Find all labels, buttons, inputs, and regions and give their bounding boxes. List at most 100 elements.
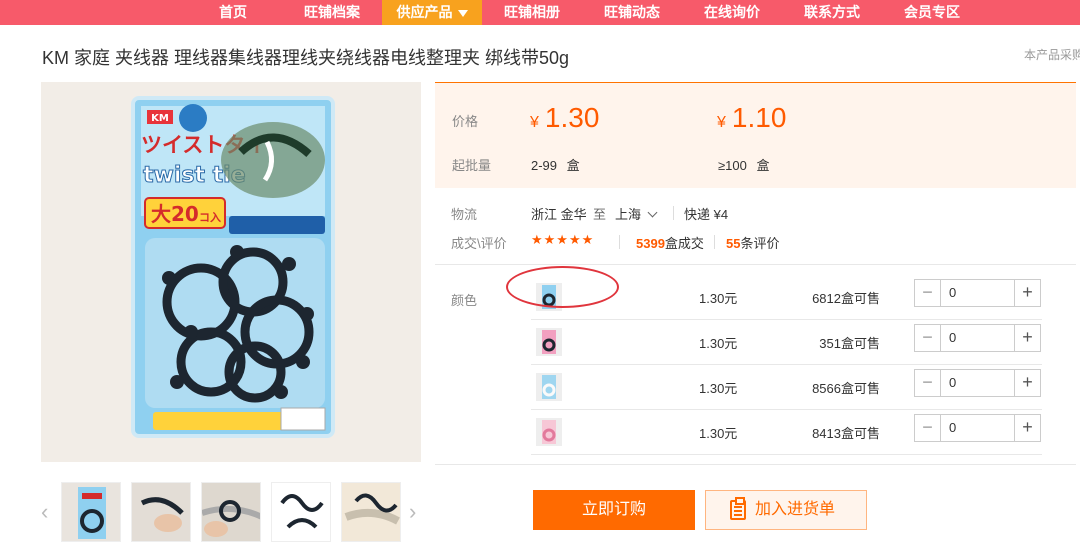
thumbnail-2[interactable]: [131, 482, 191, 542]
currency-symbol: ¥: [717, 114, 726, 131]
package-thumbnail-icon: [62, 483, 120, 541]
nav-supply-products[interactable]: 供应产品: [382, 0, 482, 25]
svg-text:コ入: コ入: [199, 211, 221, 224]
moq-label: 起批量: [452, 158, 492, 173]
sku-stock-value: 351: [819, 336, 841, 351]
deals-label: 成交\评价: [451, 236, 507, 251]
nav-online-inquiry[interactable]: 在线询价: [682, 0, 782, 25]
twist-tie-package-illustration: KM ツイストタイ twist tie 大20 コ入: [41, 82, 421, 462]
review-count-suffix: 条评价: [740, 236, 780, 251]
sku-row: 1.30元 8566盒可售 − 0 +: [531, 365, 1042, 410]
increment-button[interactable]: +: [1014, 370, 1040, 396]
quantity-input[interactable]: 0: [949, 375, 956, 390]
sku-stock: 351盒可售: [819, 333, 880, 352]
ship-to-word: 至: [593, 207, 607, 222]
tier-2-range: ≥100 盒: [718, 155, 769, 174]
decrement-button[interactable]: −: [915, 415, 941, 441]
currency-symbol: ¥: [530, 114, 539, 131]
price-tier-2: ¥1.10: [717, 102, 786, 134]
sold-count-value: 5399: [636, 236, 665, 251]
main-product-image[interactable]: KM ツイストタイ twist tie 大20 コ入: [41, 82, 421, 462]
thumbnail-5[interactable]: [341, 482, 401, 542]
purchase-note[interactable]: 本产品采购: [1024, 46, 1080, 63]
buy-now-button[interactable]: 立即订购: [533, 490, 695, 530]
sku-row: 1.30元 351盒可售 − 0 +: [531, 320, 1042, 365]
sku-stock-suffix: 盒可售: [840, 336, 880, 351]
chevron-left-icon[interactable]: ‹: [41, 500, 55, 524]
logistics-label: 物流: [451, 207, 478, 222]
thumbnail-1[interactable]: [61, 482, 121, 542]
nav-contact[interactable]: 联系方式: [782, 0, 882, 25]
decrement-button[interactable]: −: [915, 280, 941, 306]
sold-count-suffix: 盒成交: [664, 236, 704, 251]
divider: [619, 235, 620, 249]
sku-thumbnail-4[interactable]: [536, 418, 562, 446]
svg-text:大20: 大20: [151, 202, 199, 226]
ship-from: 浙江 金华: [531, 207, 587, 222]
top-nav-bar: 首页 旺铺档案 供应产品 旺铺相册 旺铺动态 在线询价 联系方式 会员专区: [0, 0, 1080, 25]
nav-supply-products-label: 供应产品: [396, 4, 453, 20]
caret-down-icon: [457, 9, 468, 17]
tie-detail-thumbnail-icon: [342, 483, 400, 541]
light-pink-tie-variant-icon: [536, 418, 562, 446]
sku-stock-suffix: 盒可售: [840, 381, 880, 396]
decrement-button[interactable]: −: [915, 325, 941, 351]
nav-shop-news[interactable]: 旺铺动态: [582, 0, 682, 25]
increment-button[interactable]: +: [1014, 415, 1040, 441]
price-tier-1: ¥1.30: [530, 102, 599, 134]
tier-1-range: 2-99 盒: [531, 155, 580, 174]
sku-thumbnail-3[interactable]: [536, 373, 562, 401]
annotation-circle: [506, 266, 619, 308]
sku-thumbnail-2[interactable]: [536, 328, 562, 356]
divider: [673, 206, 674, 220]
section-divider: [435, 464, 1076, 465]
increment-button[interactable]: +: [1014, 280, 1040, 306]
sku-stock: 6812盒可售: [812, 288, 880, 307]
quantity-input[interactable]: 0: [949, 420, 956, 435]
quantity-stepper: − 0 +: [914, 414, 1041, 442]
sku-stock-value: 8566: [812, 381, 841, 396]
add-to-purchase-list-button[interactable]: 加入进货单: [705, 490, 867, 530]
pink-tie-variant-icon: [536, 328, 562, 356]
sku-price: 1.30元: [699, 381, 738, 396]
decrement-button[interactable]: −: [915, 370, 941, 396]
color-label: 颜色: [451, 293, 478, 308]
section-divider: [435, 264, 1076, 265]
sku-stock-suffix: 盒可售: [840, 291, 880, 306]
chevron-down-icon: [647, 207, 658, 218]
price-panel: 价格 ¥1.30 ¥1.10 起批量 2-99 盒 ≥100 盒: [435, 82, 1076, 188]
thumbnail-strip: ‹ ›: [41, 482, 431, 544]
express-fee: 快递 ¥4: [684, 207, 729, 222]
review-count[interactable]: 55条评价: [726, 233, 779, 252]
sold-count[interactable]: 5399盒成交: [636, 233, 704, 252]
ship-to-value: 上海: [615, 207, 642, 222]
sku-price: 1.30元: [699, 291, 738, 306]
sku-stock-value: 8413: [812, 426, 841, 441]
chevron-right-icon[interactable]: ›: [409, 500, 423, 524]
sku-stock-suffix: 盒可售: [840, 426, 880, 441]
thumbnail-4[interactable]: [271, 482, 331, 542]
product-title: KM 家庭 夹线器 理线器集线器理线夹绕线器电线整理夹 绑线带50g: [42, 48, 570, 68]
increment-button[interactable]: +: [1014, 325, 1040, 351]
rating-stars-icon: ★★★★★: [531, 232, 595, 247]
hand-holding-tie-thumbnail-icon: [132, 483, 190, 541]
price-tier-1-value: 1.30: [544, 102, 600, 133]
svg-text:KM: KM: [151, 113, 169, 124]
nav-member-zone[interactable]: 会员专区: [882, 0, 982, 25]
nav-shop-album[interactable]: 旺铺相册: [482, 0, 582, 25]
sku-stock-value: 6812: [812, 291, 841, 306]
tie-shape-thumbnail-icon: [272, 483, 330, 541]
tier-2-unit: 盒: [756, 158, 770, 173]
quantity-input[interactable]: 0: [949, 330, 956, 345]
sku-stock: 8413盒可售: [812, 423, 880, 442]
price-label: 价格: [452, 114, 479, 129]
sku-row: 1.30元 8413盒可售 − 0 +: [531, 410, 1042, 455]
quantity-input[interactable]: 0: [949, 285, 956, 300]
nav-shop-profile[interactable]: 旺铺档案: [282, 0, 382, 25]
ship-to-select[interactable]: 上海: [615, 204, 658, 223]
divider: [714, 235, 715, 249]
sku-stock: 8566盒可售: [812, 378, 880, 397]
nav-home[interactable]: 首页: [202, 0, 264, 25]
thumbnail-3[interactable]: [201, 482, 261, 542]
add-to-purchase-list-label: 加入进货单: [755, 501, 836, 518]
